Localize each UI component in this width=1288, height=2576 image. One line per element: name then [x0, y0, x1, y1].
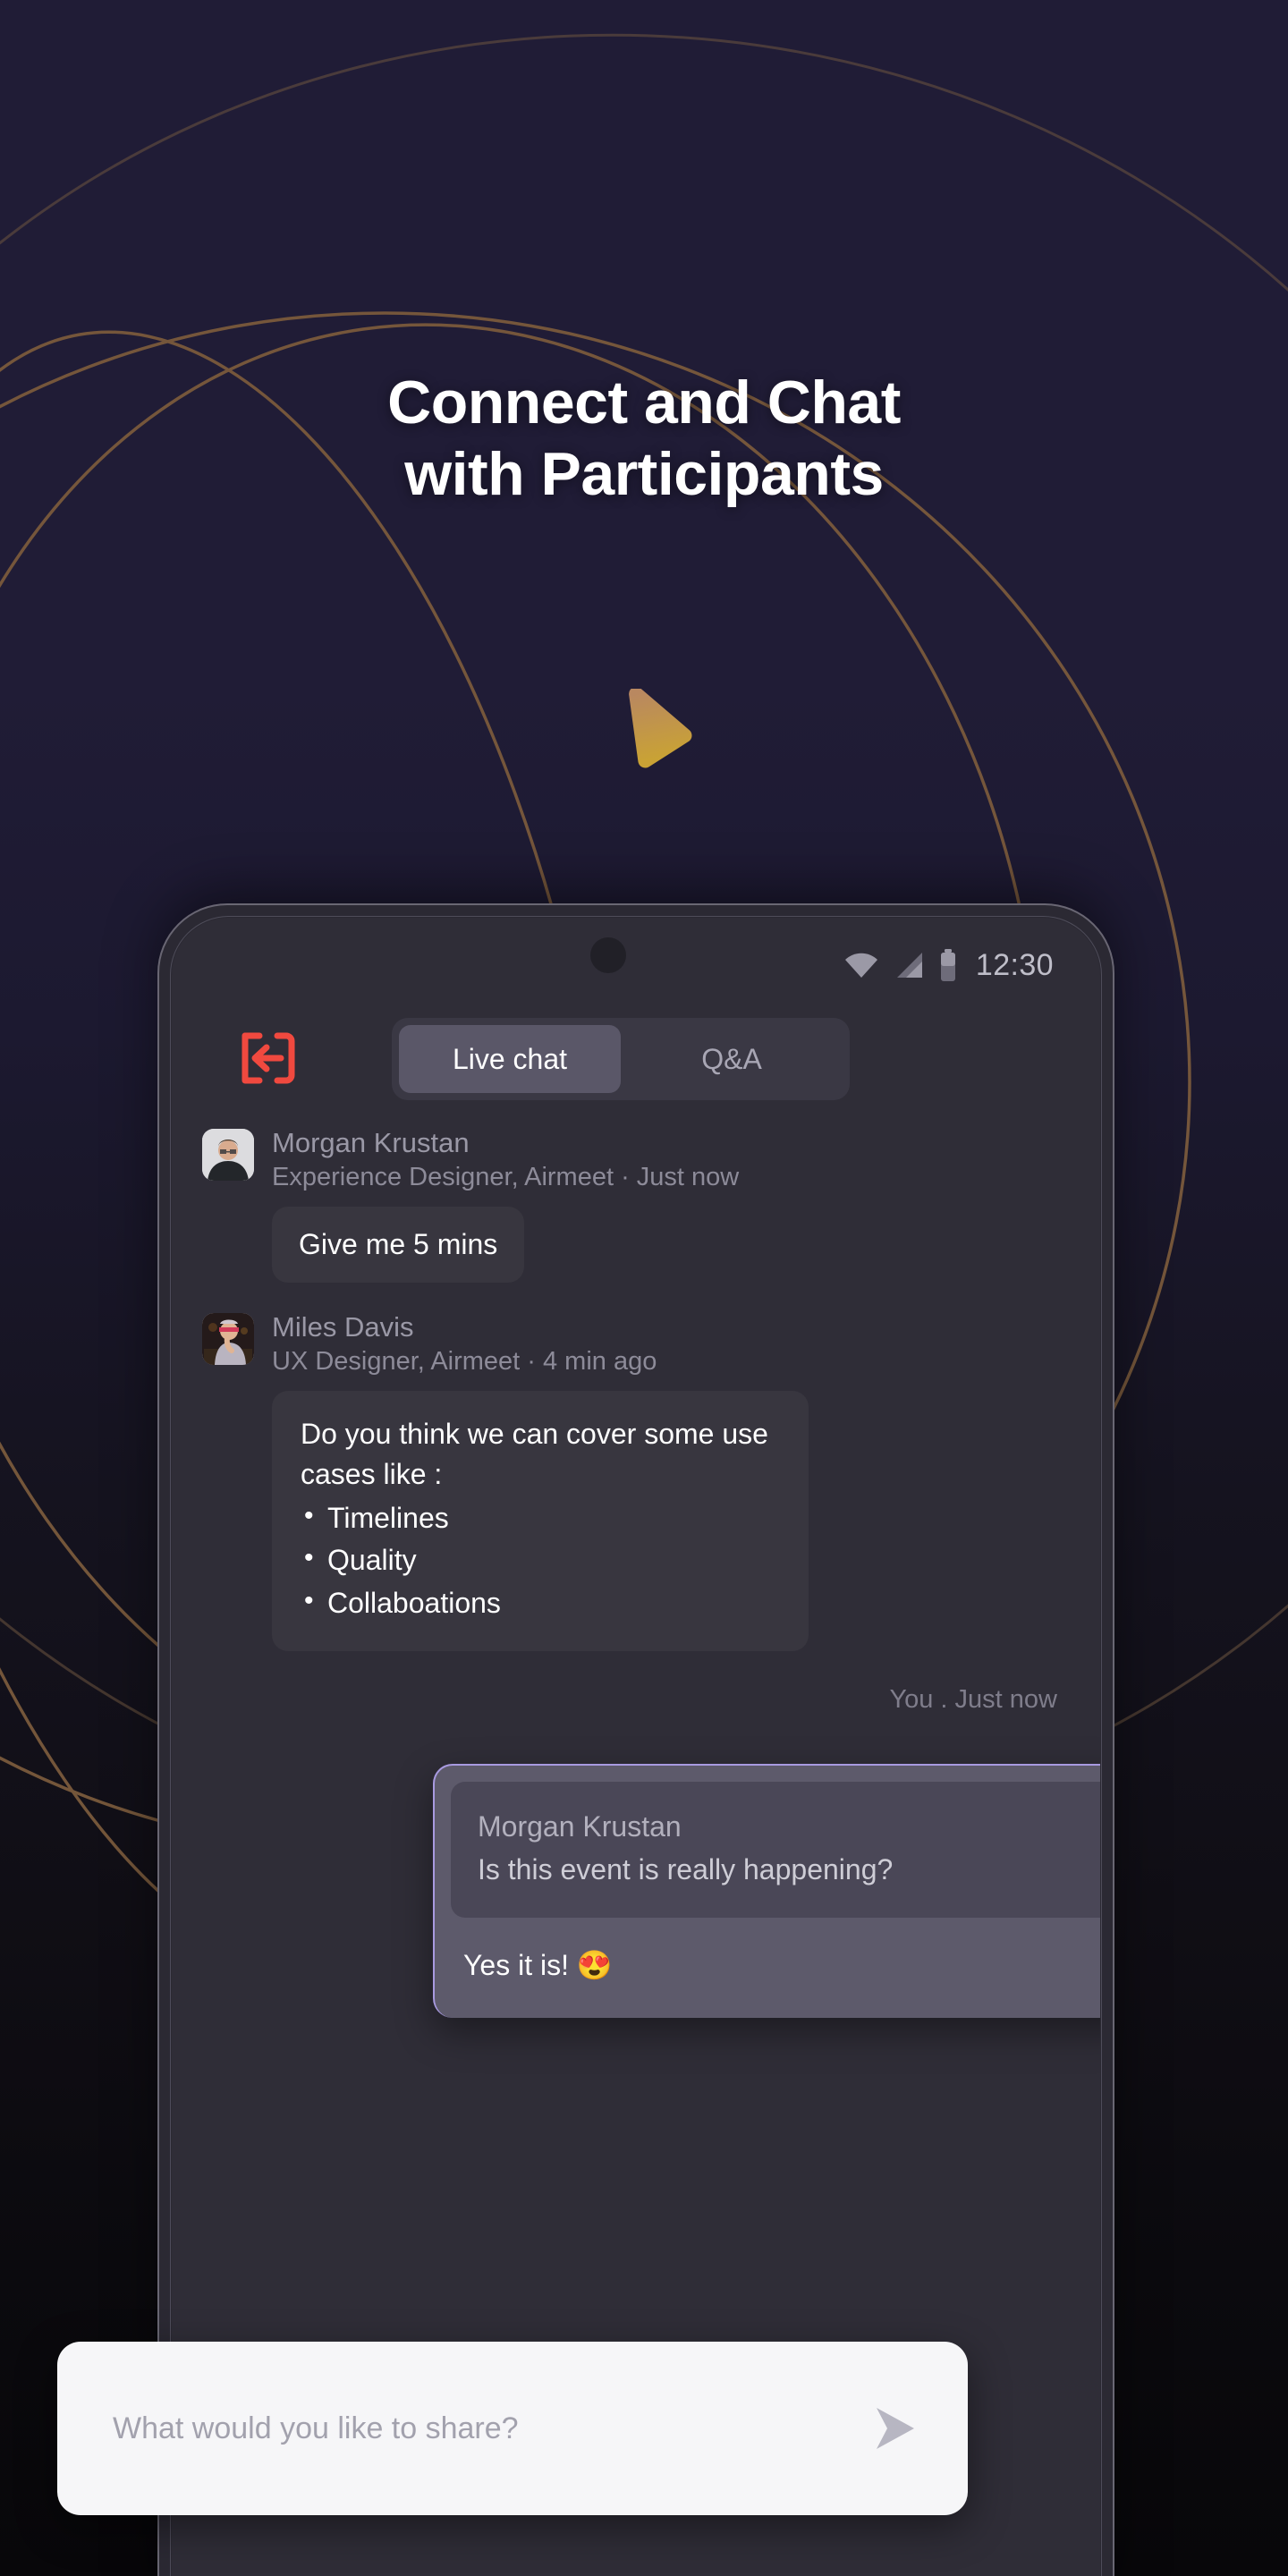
page-title: Connect and Chat with Participants — [0, 367, 1288, 510]
message-input[interactable] — [113, 2411, 868, 2446]
tab-live-chat[interactable]: Live chat — [399, 1025, 621, 1093]
chat-tabs: Live chat Q&A — [392, 1018, 850, 1100]
phone-screen: 12:30 Live chat Q&A Morgan Krustan Exper… — [172, 918, 1100, 2576]
status-bar: 12:30 — [172, 932, 1100, 998]
message-text-line-1: Do you think we can cover some use — [301, 1418, 768, 1450]
message-author-subtitle: Experience Designer, Airmeet · Just now — [272, 1162, 740, 1191]
message-bubble: Do you think we can cover some use cases… — [272, 1391, 809, 1651]
message-author-name: Morgan Krustan — [272, 1127, 470, 1158]
hero-title-line-1: Connect and Chat — [387, 369, 901, 436]
message-meta: Morgan Krustan Experience Designer, Airm… — [272, 1125, 739, 1194]
phone-mockup: 12:30 Live chat Q&A Morgan Krustan Exper… — [157, 903, 1114, 2576]
quoted-message: Morgan Krustan Is this event is really h… — [451, 1782, 1100, 1918]
message-author-name: Miles Davis — [272, 1311, 414, 1343]
hero-title-line-2: with Participants — [404, 440, 884, 509]
avatar-miles-davis — [202, 1313, 254, 1366]
avatar-morgan-krustan — [202, 1129, 254, 1181]
hero-section: Connect and Chat with Participants — [0, 0, 1288, 510]
message-bullet-list: Timelines Quality Collaboations — [301, 1496, 780, 1624]
chat-message-morgan: Morgan Krustan Experience Designer, Airm… — [202, 1125, 1070, 1284]
list-item: Timelines — [301, 1496, 780, 1539]
quoted-author-name: Morgan Krustan — [478, 1810, 682, 1843]
status-bar-time: 12:30 — [975, 947, 1054, 982]
list-item: Collaboations — [301, 1581, 780, 1624]
triangle-cursor-icon — [629, 689, 692, 768]
wifi-icon — [844, 953, 877, 978]
message-author-subtitle: UX Designer, Airmeet · 4 min ago — [272, 1346, 657, 1376]
message-meta: Miles Davis UX Designer, Airmeet · 4 min… — [272, 1309, 657, 1378]
message-composer[interactable] — [57, 2342, 968, 2515]
outgoing-message-card: Morgan Krustan Is this event is really h… — [433, 1764, 1100, 2018]
battery-icon — [940, 949, 955, 981]
send-arrow-icon[interactable] — [868, 2404, 921, 2453]
message-text-line-2: cases like : — [301, 1458, 443, 1491]
chat-header: Live chat Q&A — [172, 1018, 1100, 1104]
message-header: Morgan Krustan Experience Designer, Airm… — [202, 1125, 1070, 1194]
quoted-message-text: Is this event is really happening? — [478, 1853, 894, 1885]
cellular-signal-icon — [896, 953, 922, 978]
outgoing-message-label: You . Just now — [889, 1684, 1057, 1714]
app-screenshot: Connect and Chat with Participants 12:30… — [0, 0, 1288, 2576]
list-item: Quality — [301, 1538, 780, 1581]
chat-message-miles: Miles Davis UX Designer, Airmeet · 4 min… — [202, 1309, 1070, 1651]
message-header: Miles Davis UX Designer, Airmeet · 4 min… — [202, 1309, 1070, 1378]
exit-arrow-icon[interactable] — [240, 1030, 295, 1086]
tab-qa[interactable]: Q&A — [621, 1025, 843, 1093]
outgoing-message-text: Yes it is! 😍 — [463, 1949, 613, 1981]
message-bubble: Give me 5 mins — [272, 1206, 525, 1284]
